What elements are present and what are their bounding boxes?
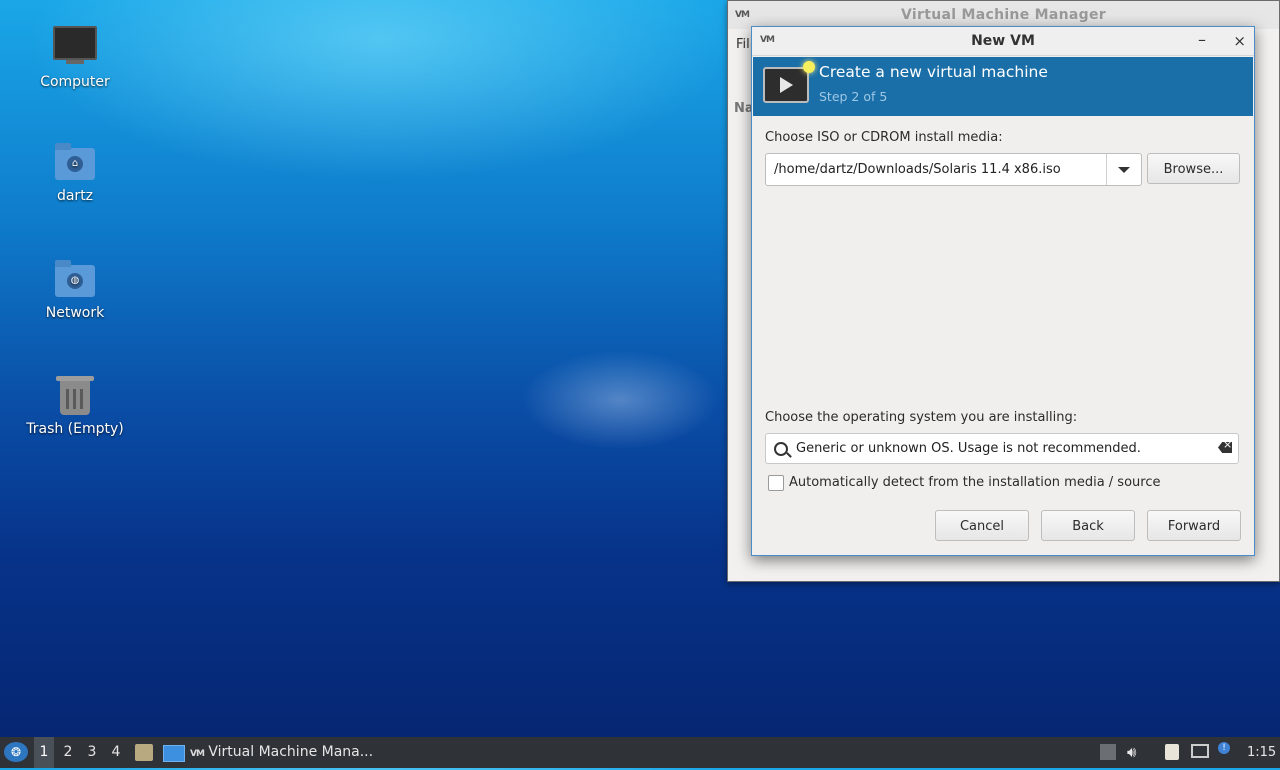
volume-icon[interactable]: 🔊︎	[1127, 737, 1136, 768]
clipboard-icon[interactable]	[1165, 744, 1179, 760]
autodetect-checkbox[interactable]	[768, 475, 784, 491]
media-path-value[interactable]: /home/dartz/Downloads/Solaris 11.4 x86.i…	[774, 154, 1061, 185]
vmm-app-icon: VM	[735, 10, 750, 20]
step-indicator: Step 2 of 5	[819, 89, 888, 104]
trash-icon	[53, 373, 97, 417]
os-label: Choose the operating system you are inst…	[765, 410, 1078, 425]
computer-icon	[53, 26, 97, 70]
start-menu-icon[interactable]: ❂	[4, 742, 28, 762]
desktop-icon-label: Network	[45, 305, 105, 321]
taskbar: ❂ 1 2 3 4 VM Virtual Machine Mana... 🔊︎ …	[0, 737, 1280, 768]
workspace-2[interactable]: 2	[58, 737, 78, 768]
os-search-value[interactable]: Generic or unknown OS. Usage is not reco…	[796, 434, 1141, 463]
media-path-combobox[interactable]: /home/dartz/Downloads/Solaris 11.4 x86.i…	[765, 153, 1142, 186]
os-search-input[interactable]: Generic or unknown OS. Usage is not reco…	[765, 433, 1239, 464]
browse-button[interactable]: Browse...	[1147, 153, 1240, 184]
show-desktop-icon[interactable]	[163, 745, 185, 762]
desktop-icon-label: Computer	[40, 74, 110, 90]
wizard-banner: Create a new virtual machine Step 2 of 5	[753, 57, 1253, 116]
vmm-app-icon: VM	[190, 749, 205, 759]
file-menu[interactable]: Fil	[736, 37, 750, 52]
clear-icon[interactable]	[1218, 442, 1232, 453]
workspace-3[interactable]: 3	[82, 737, 102, 768]
desktop-icon-home[interactable]: ⌂ dartz	[20, 140, 130, 204]
notification-icon[interactable]: !	[1218, 742, 1230, 754]
media-label: Choose ISO or CDROM install media:	[765, 130, 1003, 145]
file-manager-launcher-icon[interactable]	[135, 744, 153, 761]
dialog-title: New VM	[971, 33, 1035, 49]
desktop-icon-label: dartz	[56, 188, 94, 204]
chevron-down-icon[interactable]	[1106, 154, 1141, 185]
workspace-1[interactable]: 1	[34, 737, 54, 768]
network-folder-icon: ◍	[53, 257, 97, 301]
close-button[interactable]: ×	[1233, 27, 1246, 55]
back-button[interactable]: Back	[1041, 510, 1135, 541]
clock[interactable]: 1:15	[1247, 737, 1276, 768]
desktop-icon-computer[interactable]: Computer	[20, 22, 130, 90]
search-icon	[774, 442, 788, 456]
desktop-icon-trash[interactable]: Trash (Empty)	[20, 373, 130, 437]
desktop-icon-label: Trash (Empty)	[26, 421, 124, 437]
window-title: Virtual Machine Manager	[728, 1, 1279, 29]
autodetect-label[interactable]: Automatically detect from the installati…	[789, 475, 1160, 490]
keyboard-layout-icon[interactable]	[1100, 744, 1116, 760]
banner-heading: Create a new virtual machine	[819, 63, 1048, 81]
cancel-button[interactable]: Cancel	[935, 510, 1029, 541]
task-button-vmm[interactable]: VM Virtual Machine Mana...	[190, 737, 390, 770]
desktop-icon-network[interactable]: ◍ Network	[20, 257, 130, 321]
task-label: Virtual Machine Mana...	[208, 744, 374, 760]
home-folder-icon: ⌂	[53, 140, 97, 184]
forward-button[interactable]: Forward	[1147, 510, 1241, 541]
network-status-icon[interactable]	[1191, 744, 1209, 758]
workspace-4[interactable]: 4	[106, 737, 126, 768]
minimize-button[interactable]: –	[1198, 27, 1206, 53]
new-vm-dialog: VM New VM – × Create a new virtual machi…	[751, 26, 1255, 556]
dialog-titlebar[interactable]: VM New VM – ×	[752, 27, 1254, 56]
new-vm-icon	[763, 61, 815, 103]
